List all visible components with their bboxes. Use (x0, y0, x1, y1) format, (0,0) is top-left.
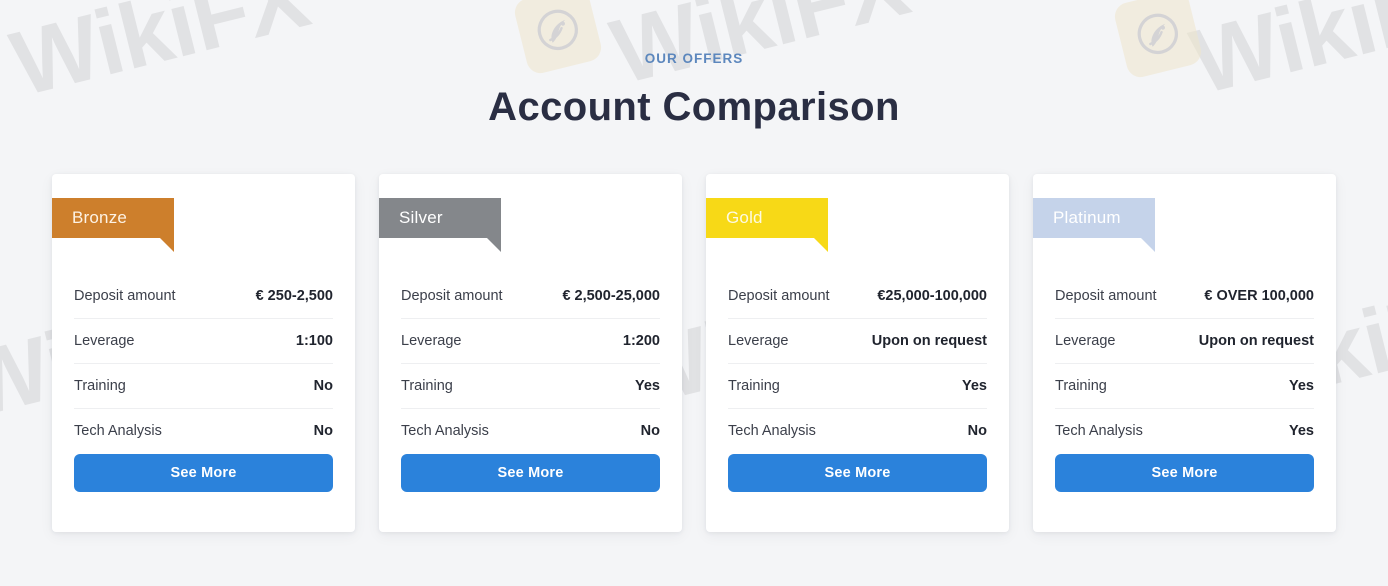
spec-row: Training No (74, 364, 333, 409)
spec-row: Leverage 1:200 (401, 319, 660, 364)
spec-row-label: Deposit amount (1055, 287, 1157, 304)
tier-ribbon: Gold (706, 197, 828, 252)
spec-row-label: Tech Analysis (728, 423, 816, 439)
spec-row: Training Yes (401, 364, 660, 409)
spec-row-label: Deposit amount (74, 287, 176, 304)
tier-ribbon: Silver (379, 197, 501, 252)
section-eyebrow: OUR OFFERS (644, 51, 744, 66)
ribbon-tail-icon (160, 237, 174, 252)
spec-row-value: € 250-2,500 (255, 287, 333, 304)
ribbon-tail-icon (814, 237, 828, 252)
spec-row: Leverage Upon on request (728, 319, 987, 364)
ribbon-tail-icon (487, 237, 501, 252)
spec-row-value: 1:200 (622, 332, 660, 349)
spec-row: Leverage 1:100 (74, 319, 333, 364)
card-action-area: See More (1033, 453, 1336, 532)
spec-row: Deposit amount €25,000-100,000 (728, 274, 987, 319)
spec-row-value: No (967, 423, 987, 439)
spec-rows: Deposit amount € 250-2,500 Leverage 1:100 Tr… (52, 274, 355, 454)
spec-row: Deposit amount € 2,500-25,000 (401, 274, 660, 319)
account-card-silver: Silver Deposit amount € 2,500-25,000 Levera… (379, 173, 682, 532)
spec-row: Leverage Upon on request (1055, 319, 1314, 364)
spec-row-value: 1:100 (295, 332, 333, 349)
spec-row-value: No (640, 423, 660, 439)
spec-row-value: No (313, 377, 333, 394)
tier-label: Gold (726, 207, 763, 227)
see-more-button[interactable]: See More (1055, 453, 1314, 492)
spec-row-label: Training (401, 377, 453, 394)
see-more-button[interactable]: See More (728, 453, 987, 492)
spec-row-label: Deposit amount (401, 287, 503, 304)
account-card-gold: Gold Deposit amount €25,000-100,000 Leverag… (706, 173, 1009, 532)
account-card-platinum: Platinum Deposit amount € OVER 100,000 Leve… (1033, 173, 1336, 532)
spec-row: Training Yes (1055, 364, 1314, 409)
spec-row-label: Leverage (74, 332, 135, 349)
spec-row-label: Training (1055, 377, 1107, 394)
spec-row-label: Training (74, 377, 126, 394)
tier-ribbon: Platinum (1033, 197, 1155, 252)
spec-row-label: Tech Analysis (1055, 423, 1143, 439)
spec-rows: Deposit amount € 2,500-25,000 Leverage 1:20… (379, 274, 682, 454)
spec-row-value: No (313, 423, 333, 439)
ribbon-tail-icon (1141, 237, 1155, 252)
spec-row-value: €25,000-100,000 (877, 287, 987, 304)
page-title: Account Comparison (488, 84, 900, 129)
spec-row-value: Yes (962, 377, 987, 394)
tier-label: Silver (399, 207, 443, 227)
see-more-button[interactable]: See More (74, 453, 333, 492)
spec-row-label: Deposit amount (728, 287, 830, 304)
spec-rows: Deposit amount €25,000-100,000 Leverage Upo… (706, 274, 1009, 454)
spec-row-value: Yes (635, 377, 660, 394)
card-action-area: See More (52, 453, 355, 532)
spec-row-label: Tech Analysis (401, 423, 489, 439)
spec-row-label: Leverage (1055, 332, 1116, 349)
card-action-area: See More (379, 453, 682, 532)
spec-row: Training Yes (728, 364, 987, 409)
page-header: OUR OFFERS Account Comparison (0, 0, 1388, 130)
spec-row: Tech Analysis No (74, 409, 333, 454)
spec-row-value: Upon on request (871, 332, 987, 349)
spec-row-label: Leverage (401, 332, 462, 349)
spec-row: Tech Analysis Yes (1055, 409, 1314, 454)
spec-rows: Deposit amount € OVER 100,000 Leverage Upon… (1033, 274, 1336, 454)
spec-row: Tech Analysis No (728, 409, 987, 454)
spec-row: Deposit amount € OVER 100,000 (1055, 274, 1314, 319)
tier-ribbon: Bronze (52, 197, 174, 252)
spec-row-label: Tech Analysis (74, 423, 162, 439)
spec-row: Deposit amount € 250-2,500 (74, 274, 333, 319)
spec-row-label: Training (728, 377, 780, 394)
spec-row-value: € 2,500-25,000 (562, 287, 660, 304)
tier-label: Bronze (72, 207, 128, 227)
tier-label: Platinum (1053, 207, 1121, 227)
account-comparison-cards: Bronze Deposit amount € 250-2,500 Leverage 1… (52, 173, 1336, 532)
see-more-button[interactable]: See More (401, 453, 660, 492)
spec-row-label: Leverage (728, 332, 789, 349)
spec-row-value: Upon on request (1198, 332, 1314, 349)
spec-row-value: € OVER 100,000 (1204, 287, 1314, 304)
spec-row-value: Yes (1289, 377, 1314, 394)
spec-row: Tech Analysis No (401, 409, 660, 454)
card-action-area: See More (706, 453, 1009, 532)
account-card-bronze: Bronze Deposit amount € 250-2,500 Leverage 1… (52, 173, 355, 532)
spec-row-value: Yes (1289, 423, 1314, 439)
